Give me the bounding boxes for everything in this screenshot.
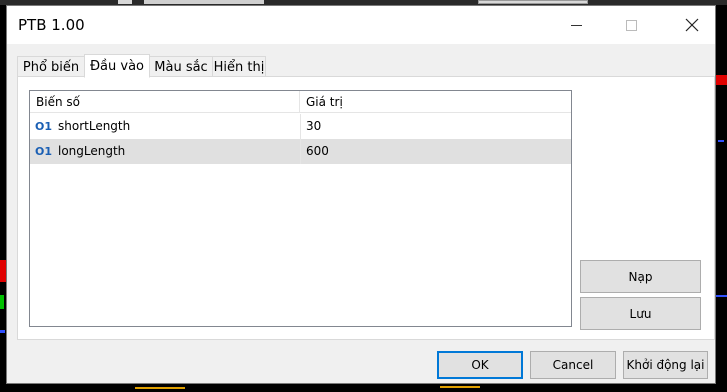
tab-mau-sac[interactable]: Màu sắc	[149, 56, 213, 77]
background-control	[118, 0, 132, 4]
tab-hien-thi[interactable]: Hiển thị	[212, 56, 266, 77]
background-control	[144, 0, 264, 4]
background-chart-right	[716, 5, 727, 392]
input-value[interactable]: 30	[306, 114, 321, 139]
load-button[interactable]: Nạp	[580, 260, 701, 293]
close-icon	[685, 18, 699, 32]
chart-line	[440, 386, 480, 388]
list-header: Biến số Giá trị	[30, 91, 571, 113]
reset-button[interactable]: Khởi động lại	[623, 351, 708, 379]
table-row[interactable]: O1 longLength 600	[30, 139, 571, 164]
close-button[interactable]	[669, 6, 715, 44]
tab-dau-vao[interactable]: Đầu vào	[84, 54, 150, 78]
input-value[interactable]: 600	[306, 139, 329, 164]
column-divider	[300, 139, 301, 164]
input-name: shortLength	[58, 119, 131, 133]
chart-line	[135, 387, 185, 389]
maximize-icon	[625, 19, 637, 31]
chart-line	[0, 330, 5, 333]
column-header-value[interactable]: Giá trị	[300, 91, 571, 113]
tab-pho-bien[interactable]: Phổ biến	[17, 56, 85, 77]
inputs-list[interactable]: Biến số Giá trị O1 shortLength 30 O1 lon…	[29, 90, 572, 327]
input-name: longLength	[58, 144, 126, 158]
minimize-icon	[570, 24, 582, 26]
chart-line	[716, 295, 727, 297]
window-title: PTB 1.00	[18, 16, 85, 34]
column-divider	[300, 114, 301, 139]
chart-candle	[0, 295, 4, 309]
title-bar[interactable]: PTB 1.00	[7, 6, 715, 44]
maximize-button[interactable]	[608, 6, 654, 44]
chart-line	[718, 140, 724, 142]
table-row[interactable]: O1 shortLength 30	[30, 114, 571, 139]
properties-dialog: PTB 1.00 Phổ biến Đầu vào Màu sắc Hiển t…	[6, 5, 716, 384]
cancel-button[interactable]: Cancel	[530, 351, 616, 379]
ok-button[interactable]: OK	[437, 351, 523, 379]
background-control	[478, 0, 588, 4]
background-chart-bottom	[0, 384, 727, 392]
chart-candle	[716, 75, 727, 85]
minimize-button[interactable]	[553, 6, 599, 44]
input-type-icon: O1	[35, 145, 53, 158]
input-type-icon: O1	[35, 120, 53, 133]
column-header-variable[interactable]: Biến số	[30, 91, 300, 113]
save-button[interactable]: Lưu	[580, 297, 701, 330]
